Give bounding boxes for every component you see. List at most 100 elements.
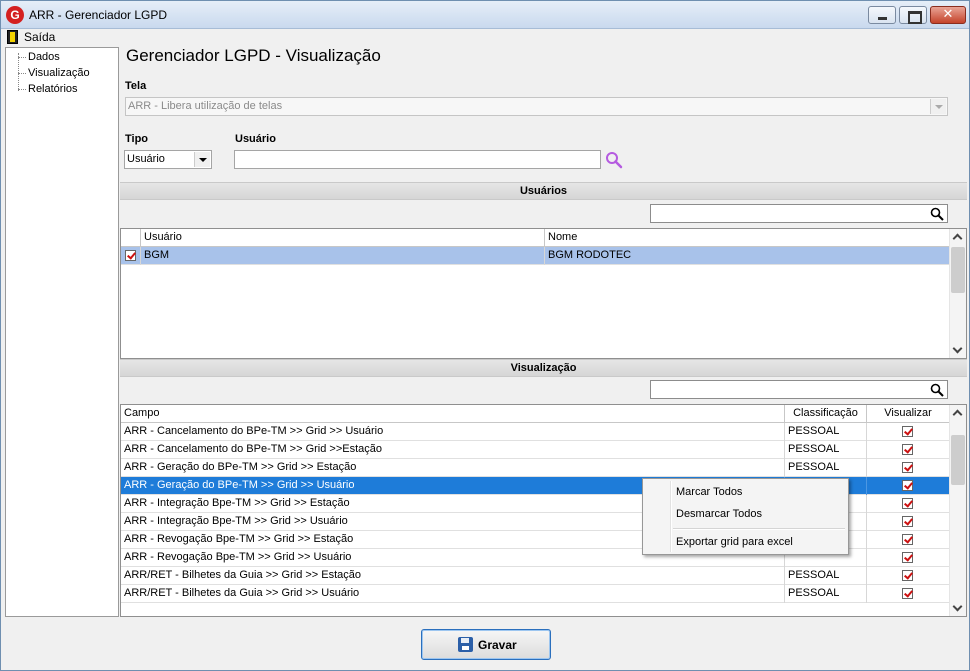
cell-nome: BGM RODOTEC	[545, 247, 950, 265]
checkbox-checked-icon[interactable]	[902, 552, 913, 563]
cell-visualizar[interactable]	[867, 549, 950, 567]
scroll-thumb[interactable]	[951, 435, 965, 485]
save-button[interactable]: Gravar	[421, 629, 551, 660]
context-menu-separator	[673, 528, 845, 530]
tree-item-relatorios[interactable]: Relatórios	[28, 83, 78, 95]
close-button[interactable]: ✕	[930, 6, 966, 24]
menu-item-mark-all[interactable]: Marcar Todos	[676, 486, 742, 498]
tree-item-dados[interactable]: Dados	[28, 51, 60, 63]
checkbox-checked-icon[interactable]	[902, 588, 913, 599]
tela-select-value: ARR - Libera utilização de telas	[128, 100, 283, 112]
search-icon[interactable]	[930, 207, 944, 221]
cell-campo: ARR/RET - Bilhetes da Guia >> Grid >> Us…	[121, 585, 785, 603]
usuario-label: Usuário	[235, 133, 276, 145]
page-title: Gerenciador LGPD - Visualização	[126, 46, 381, 65]
scroll-thumb[interactable]	[951, 247, 965, 293]
cell-usuario: BGM	[141, 247, 545, 265]
column-header-classificacao[interactable]: Classificação	[785, 405, 867, 423]
cell-visualizar[interactable]	[867, 531, 950, 549]
context-menu-gutter	[670, 481, 672, 552]
cell-visualizar[interactable]	[867, 513, 950, 531]
users-filter-input[interactable]	[650, 204, 948, 223]
column-header-campo[interactable]: Campo	[121, 405, 785, 423]
cell-campo: ARR/RET - Bilhetes da Guia >> Grid >> Es…	[121, 567, 785, 585]
app-window: G ARR - Gerenciador LGPD ✕ Saída Dados V…	[0, 0, 970, 671]
tree-connector	[18, 53, 19, 91]
maximize-icon	[900, 7, 926, 24]
checkbox-checked-icon[interactable]	[125, 250, 136, 261]
scroll-up-icon[interactable]	[950, 229, 966, 245]
cell-classificacao: PESSOAL	[785, 459, 867, 477]
cell-visualizar[interactable]	[867, 441, 950, 459]
checkbox-checked-icon[interactable]	[902, 516, 913, 527]
column-header-usuario[interactable]: Usuário	[141, 229, 545, 247]
table-row[interactable]: ARR - Cancelamento do BPe-TM >> Grid >> …	[121, 423, 950, 441]
cell-visualizar[interactable]	[867, 567, 950, 585]
view-filter-input[interactable]	[650, 380, 948, 399]
tipo-label: Tipo	[125, 133, 149, 145]
cell-campo: ARR - Geração do BPe-TM >> Grid >> Estaç…	[121, 459, 785, 477]
view-grid-scrollbar[interactable]	[949, 405, 966, 616]
chevron-down-icon[interactable]	[194, 152, 210, 167]
cell-visualizar[interactable]	[867, 459, 950, 477]
checkbox-checked-icon[interactable]	[902, 480, 913, 491]
search-icon[interactable]	[605, 151, 623, 169]
column-header-visualizar[interactable]: Visualizar	[867, 405, 950, 423]
tela-select: ARR - Libera utilização de telas	[125, 97, 948, 116]
table-row[interactable]: ARR - Geração do BPe-TM >> Grid >> Estaç…	[121, 459, 950, 477]
checkbox-checked-icon[interactable]	[902, 534, 913, 545]
tree-item-visualizacao[interactable]: Visualização	[28, 67, 90, 79]
cell-classificacao: PESSOAL	[785, 585, 867, 603]
scroll-down-icon[interactable]	[950, 600, 966, 616]
minimize-icon	[869, 7, 895, 23]
maximize-button[interactable]	[899, 6, 927, 24]
cell-classificacao: PESSOAL	[785, 567, 867, 585]
tree-connector	[18, 57, 26, 58]
view-section-header: Visualização	[120, 359, 967, 377]
users-grid-header: Usuário Nome	[121, 229, 950, 247]
navigation-tree: Dados Visualização Relatórios	[5, 47, 119, 617]
minimize-button[interactable]	[868, 6, 896, 24]
cell-classificacao: PESSOAL	[785, 441, 867, 459]
checkbox-checked-icon[interactable]	[902, 570, 913, 581]
table-row[interactable]: ARR/RET - Bilhetes da Guia >> Grid >> Es…	[121, 567, 950, 585]
table-row[interactable]: ARR/RET - Bilhetes da Guia >> Grid >> Us…	[121, 585, 950, 603]
menu-item-exit[interactable]: Saída	[24, 30, 55, 44]
users-grid: Usuário Nome BGM BGM RODOTEC	[120, 228, 967, 359]
checkbox-checked-icon[interactable]	[902, 426, 913, 437]
cell-campo: ARR - Cancelamento do BPe-TM >> Grid >> …	[121, 423, 785, 441]
row-check-cell[interactable]	[121, 247, 141, 265]
table-row[interactable]: ARR - Cancelamento do BPe-TM >> Grid >>E…	[121, 441, 950, 459]
cell-classificacao: PESSOAL	[785, 423, 867, 441]
column-header-check	[121, 229, 141, 247]
scroll-up-icon[interactable]	[950, 405, 966, 421]
tree-connector	[18, 73, 26, 74]
tela-label: Tela	[125, 80, 147, 92]
window-title: ARR - Gerenciador LGPD	[29, 8, 168, 22]
floppy-disk-icon	[458, 637, 473, 652]
menu-item-unmark-all[interactable]: Desmarcar Todos	[676, 508, 762, 520]
cell-visualizar[interactable]	[867, 423, 950, 441]
tree-connector	[18, 89, 26, 90]
tipo-select-value: Usuário	[127, 153, 165, 165]
close-icon: ✕	[942, 7, 954, 22]
users-grid-scrollbar[interactable]	[949, 229, 966, 358]
cell-visualizar[interactable]	[867, 585, 950, 603]
exit-door-icon[interactable]	[7, 30, 18, 44]
menu-item-export-excel[interactable]: Exportar grid para excel	[676, 536, 793, 548]
cell-visualizar[interactable]	[867, 495, 950, 513]
table-row[interactable]: BGM BGM RODOTEC	[121, 247, 950, 265]
view-grid-header: Campo Classificação Visualizar	[121, 405, 950, 423]
save-button-label: Gravar	[478, 638, 517, 652]
checkbox-checked-icon[interactable]	[902, 444, 913, 455]
context-menu: Marcar Todos Desmarcar Todos Exportar gr…	[642, 478, 849, 555]
column-header-nome[interactable]: Nome	[545, 229, 950, 247]
title-bar[interactable]: G ARR - Gerenciador LGPD ✕	[1, 1, 969, 29]
cell-visualizar[interactable]	[867, 477, 950, 495]
scroll-down-icon[interactable]	[950, 342, 966, 358]
usuario-input[interactable]	[234, 150, 601, 169]
checkbox-checked-icon[interactable]	[902, 462, 913, 473]
checkbox-checked-icon[interactable]	[902, 498, 913, 509]
tipo-select[interactable]: Usuário	[124, 150, 212, 169]
search-icon[interactable]	[930, 383, 944, 397]
